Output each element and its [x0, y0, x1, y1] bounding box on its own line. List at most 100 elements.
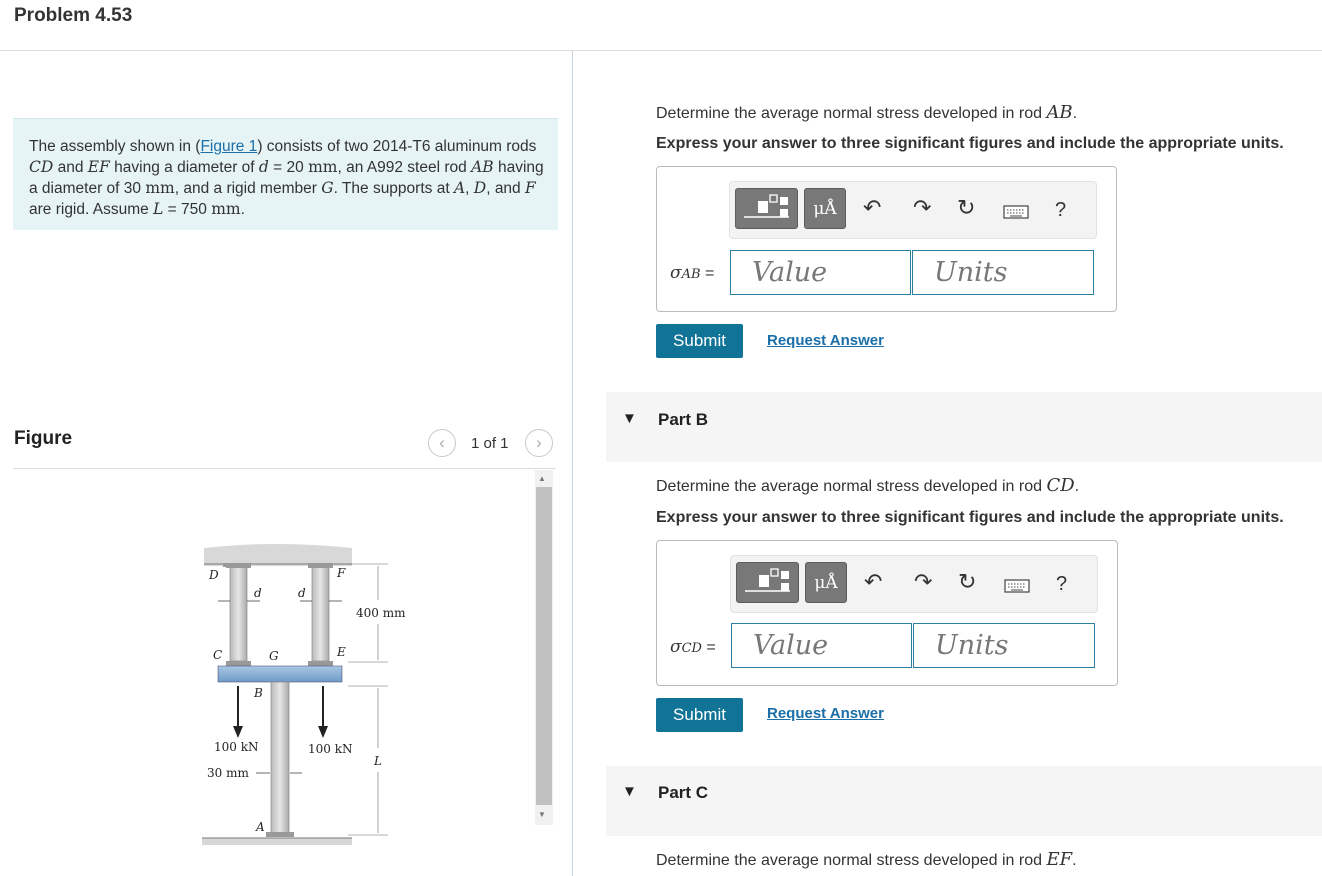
problem-title: Problem 4.53 [14, 5, 133, 26]
part-a-units-input[interactable]: Units [912, 250, 1094, 295]
undo-icon[interactable]: ↶ [863, 195, 881, 221]
reset-icon[interactable]: ↻ [957, 195, 975, 221]
part-b-question: Determine the average normal stress deve… [656, 475, 1079, 496]
figure-counter: 1 of 1 [471, 435, 509, 452]
intro-text: , [465, 180, 474, 197]
var-g: G [321, 179, 334, 197]
var-d-support: D [473, 179, 487, 197]
template-button[interactable] [736, 562, 799, 603]
part-a-value-input[interactable]: Value [730, 250, 911, 295]
redo-icon[interactable]: ↷ [913, 195, 931, 221]
intro-text: and [53, 159, 88, 176]
figure-diagram: D F d d 400 mm C G E B 100 kN 100 kN L 3… [202, 544, 406, 845]
var-ef: EF [87, 158, 110, 176]
part-b-header[interactable] [606, 392, 1322, 462]
caret-down-icon[interactable]: ▼ [622, 783, 637, 800]
question-var: EF [1046, 849, 1073, 870]
reset-icon[interactable]: ↻ [958, 569, 976, 595]
var-d: d [258, 158, 269, 176]
figure-divider [13, 468, 556, 469]
label-C: C [213, 648, 222, 662]
intro-text: , and a rigid member [174, 180, 322, 197]
var-ab: AB [471, 158, 494, 176]
question-text: Determine the average normal stress deve… [656, 478, 1047, 495]
label-A: A [255, 820, 265, 834]
part-c-question: Determine the average normal stress deve… [656, 849, 1077, 870]
figure-title: Figure [14, 428, 73, 449]
label-load-left: 100 kN [214, 740, 259, 754]
figure-link[interactable]: Figure 1 [200, 138, 257, 155]
redo-icon[interactable]: ↷ [914, 569, 932, 595]
rod-ab [270, 681, 290, 835]
question-end: . [1074, 478, 1080, 495]
part-a-submit-button[interactable]: Submit [656, 324, 743, 358]
label-d1: d [254, 586, 262, 600]
label-G: G [269, 649, 279, 663]
part-a-sigma-label: σAB = [670, 263, 714, 283]
figure-scrollbar-thumb[interactable] [536, 487, 552, 805]
part-a-instructions: Express your answer to three significant… [656, 135, 1284, 152]
part-b-instructions: Express your answer to three significant… [656, 509, 1284, 526]
units-button[interactable]: μÅ [805, 562, 847, 603]
intro-text: , an A992 steel rod [337, 159, 472, 176]
label-B: B [253, 686, 263, 700]
label-400mm: 400 mm [356, 606, 406, 620]
equals-sign: = [700, 265, 715, 282]
rod-ef [311, 565, 330, 662]
load-arrow-left [233, 726, 243, 738]
sigma-subscript: CD [681, 641, 702, 656]
label-d2: d [298, 586, 306, 600]
part-b-submit-button[interactable]: Submit [656, 698, 743, 732]
scroll-down-arrow-icon[interactable]: ▼ [538, 810, 546, 819]
chevron-right-icon: › [536, 433, 542, 452]
chevron-left-icon: ‹ [439, 433, 445, 452]
header: Problem 4.53 [0, 0, 1322, 51]
question-text: Determine the average normal stress deve… [656, 105, 1047, 122]
question-end: . [1072, 852, 1077, 869]
template-button[interactable] [735, 188, 798, 229]
part-c-label: Part C [658, 783, 709, 802]
units-icon: μÅ [814, 572, 838, 593]
intro-text: . The supports at [333, 180, 454, 197]
unit-mm: mm [211, 200, 241, 218]
var-l: L [153, 200, 164, 218]
question-text: Determine the average normal stress deve… [656, 852, 1047, 869]
part-b-request-answer-link[interactable]: Request Answer [767, 705, 884, 722]
equals-sign: = [701, 639, 716, 656]
question-var: CD [1046, 475, 1075, 496]
units-button[interactable]: μÅ [804, 188, 846, 229]
label-load-right: 100 kN [308, 742, 353, 756]
load-arrow-right [318, 726, 328, 738]
help-button[interactable]: ? [1055, 199, 1066, 222]
part-a-question: Determine the average normal stress deve… [656, 102, 1077, 123]
label-L: L [373, 754, 382, 768]
intro-text: . [240, 201, 245, 218]
rigid-member-g [217, 665, 343, 683]
help-button[interactable]: ? [1056, 573, 1067, 596]
part-b-units-input[interactable]: Units [913, 623, 1095, 668]
intro-text: are rigid. Assume [29, 201, 154, 218]
question-var: AB [1046, 102, 1073, 123]
template-icon [745, 568, 790, 592]
scroll-up-arrow-icon[interactable]: ▲ [538, 474, 546, 483]
keyboard-icon[interactable] [1003, 205, 1029, 224]
sigma-symbol: σ [670, 637, 682, 657]
part-c-header[interactable] [606, 766, 1322, 836]
undo-icon[interactable]: ↶ [864, 569, 882, 595]
caret-down-icon[interactable]: ▼ [622, 410, 637, 427]
figure-prev-button[interactable]: ‹ [428, 429, 456, 457]
var-a: A [453, 179, 466, 197]
label-F: F [336, 566, 346, 580]
template-icon [744, 194, 789, 218]
part-b-sigma-label: σCD = [670, 637, 716, 657]
question-end: . [1072, 105, 1078, 122]
label-D: D [208, 568, 219, 582]
figure-next-button[interactable]: › [525, 429, 553, 457]
keyboard-icon[interactable] [1004, 579, 1030, 598]
bottom-support [202, 838, 352, 845]
unit-mm: mm [145, 179, 175, 197]
part-b-value-input[interactable]: Value [731, 623, 912, 668]
units-icon: μÅ [813, 198, 837, 219]
label-E: E [336, 645, 346, 659]
part-a-request-answer-link[interactable]: Request Answer [767, 332, 884, 349]
